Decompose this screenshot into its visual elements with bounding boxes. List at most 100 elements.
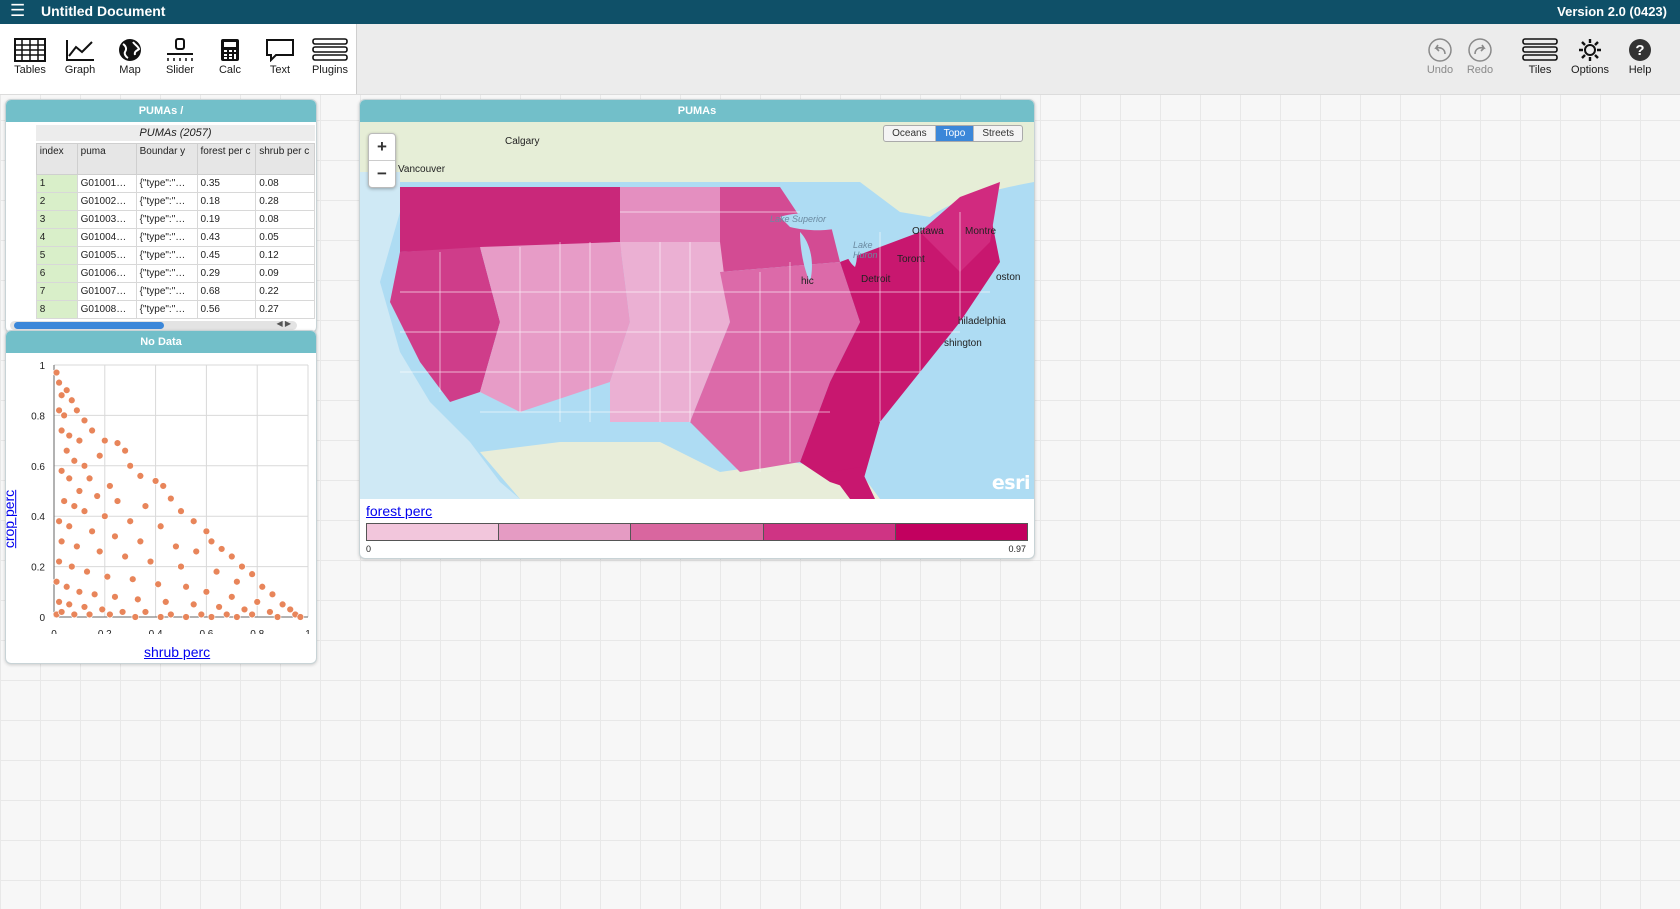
data-point[interactable] <box>85 474 94 483</box>
us-map[interactable] <box>360 122 1034 499</box>
cell-boundary[interactable]: {"type":"… <box>135 174 198 193</box>
scroll-arrows-icon[interactable]: ◀ ▶ <box>276 319 291 328</box>
data-point[interactable] <box>177 562 185 571</box>
document-title[interactable]: Untitled Document <box>41 3 165 19</box>
data-point[interactable] <box>55 557 63 566</box>
map-button[interactable]: Map <box>105 38 155 76</box>
data-point[interactable] <box>126 517 134 525</box>
cell-forest-perc[interactable]: 0.68 <box>196 282 257 301</box>
data-point[interactable] <box>167 494 175 503</box>
cell-puma[interactable]: G01002… <box>76 192 137 211</box>
data-point[interactable] <box>172 542 180 551</box>
column-header-shrub-perc[interactable]: shrub per c <box>255 143 315 175</box>
data-point[interactable] <box>88 426 96 435</box>
legend-attribute-link[interactable]: forest perc <box>366 503 432 519</box>
cell-shrub-perc[interactable]: 0.22 <box>255 282 315 301</box>
data-point[interactable] <box>136 537 145 546</box>
data-point[interactable] <box>55 517 63 525</box>
data-point[interactable] <box>96 547 104 556</box>
cell-shrub-perc[interactable]: 0.28 <box>255 192 315 211</box>
data-point[interactable] <box>65 474 73 483</box>
cell-index[interactable]: 5 <box>35 246 78 265</box>
data-point[interactable] <box>278 600 287 609</box>
data-point[interactable] <box>233 613 241 621</box>
data-point[interactable] <box>73 542 81 551</box>
basemap-switcher[interactable]: Oceans Topo Streets <box>883 125 1023 142</box>
data-point[interactable] <box>162 598 170 606</box>
data-point[interactable] <box>60 411 68 420</box>
data-point[interactable] <box>111 593 119 601</box>
table-row[interactable]: 5 G01005… {"type":"… 0.45 0.12 <box>6 246 315 265</box>
data-point[interactable] <box>90 590 99 599</box>
legend-color-bar[interactable] <box>366 523 1028 541</box>
data-point[interactable] <box>238 562 246 571</box>
basemap-topo-button[interactable]: Topo <box>934 126 974 141</box>
data-point[interactable] <box>228 593 236 601</box>
data-point[interactable] <box>202 588 211 596</box>
cell-shrub-perc[interactable]: 0.05 <box>255 228 315 247</box>
cell-shrub-perc[interactable]: 0.12 <box>255 246 315 265</box>
zoom-in-button[interactable]: + <box>369 134 395 160</box>
data-point[interactable] <box>113 439 122 447</box>
column-header-boundary[interactable]: Boundar y <box>135 143 198 175</box>
cell-forest-perc[interactable]: 0.56 <box>196 300 257 319</box>
graph-tile[interactable]: No Data 0 0.2 0.4 0.6 0.8 1 0 0.2 0.4 0.6 0.8 1 shr… <box>5 330 317 664</box>
data-point[interactable] <box>101 512 109 520</box>
data-point[interactable] <box>207 613 216 621</box>
data-point[interactable] <box>83 567 91 576</box>
zoom-control[interactable]: + − <box>368 133 396 188</box>
data-point[interactable] <box>121 552 129 561</box>
data-point[interactable] <box>190 600 198 609</box>
data-point[interactable] <box>215 603 223 611</box>
cell-forest-perc[interactable]: 0.43 <box>196 228 257 247</box>
data-point[interactable] <box>212 567 221 576</box>
cell-boundary[interactable]: {"type":"… <box>135 264 198 283</box>
data-point[interactable] <box>75 588 84 596</box>
data-point[interactable] <box>101 436 109 445</box>
data-point[interactable] <box>240 605 249 614</box>
cell-shrub-perc[interactable]: 0.09 <box>255 264 315 283</box>
horizontal-scrollbar[interactable]: ◀ ▶ <box>10 319 297 330</box>
legend-bin[interactable] <box>367 524 499 540</box>
column-header-puma[interactable]: puma <box>76 143 137 175</box>
data-point[interactable] <box>57 426 66 435</box>
table-row[interactable]: 6 G01006… {"type":"… 0.29 0.09 <box>6 264 315 283</box>
data-point[interactable] <box>177 507 185 515</box>
data-point[interactable] <box>96 452 104 460</box>
data-point[interactable] <box>273 613 282 621</box>
table-row[interactable]: 3 G01003… {"type":"… 0.19 0.08 <box>6 210 315 229</box>
graph-tile-title[interactable]: No Data <box>6 331 316 353</box>
plugins-button[interactable]: Plugins <box>305 38 355 76</box>
data-point[interactable] <box>154 580 162 588</box>
data-point[interactable] <box>52 578 61 586</box>
data-point[interactable] <box>182 583 190 591</box>
data-point[interactable] <box>106 610 114 619</box>
data-point[interactable] <box>217 545 226 553</box>
data-point[interactable] <box>55 598 63 606</box>
cell-boundary[interactable]: {"type":"… <box>135 282 198 301</box>
cell-forest-perc[interactable]: 0.18 <box>196 192 257 211</box>
cell-forest-perc[interactable]: 0.35 <box>196 174 257 193</box>
data-point[interactable] <box>57 608 66 616</box>
data-point[interactable] <box>146 557 155 566</box>
data-point[interactable] <box>68 562 76 571</box>
data-point[interactable] <box>93 492 101 500</box>
data-point[interactable] <box>141 502 150 510</box>
table-row[interactable]: 7 G01007… {"type":"… 0.68 0.22 <box>6 282 315 301</box>
text-button[interactable]: Text <box>255 38 305 76</box>
table-row[interactable]: 2 G01002… {"type":"… 0.18 0.28 <box>6 192 315 211</box>
cell-puma[interactable]: G01007… <box>76 282 137 301</box>
data-point[interactable] <box>62 583 71 591</box>
cell-boundary[interactable]: {"type":"… <box>135 192 198 211</box>
data-point[interactable] <box>70 610 79 619</box>
cell-boundary[interactable]: {"type":"… <box>135 246 198 265</box>
map-tile-title[interactable]: PUMAs <box>360 100 1034 122</box>
legend-bin[interactable] <box>630 524 763 540</box>
data-point[interactable] <box>103 572 112 581</box>
data-point[interactable] <box>85 610 94 619</box>
data-point[interactable] <box>286 605 294 614</box>
data-point[interactable] <box>159 482 167 490</box>
data-point[interactable] <box>233 578 241 586</box>
data-point[interactable] <box>253 598 261 606</box>
data-point[interactable] <box>131 613 139 621</box>
